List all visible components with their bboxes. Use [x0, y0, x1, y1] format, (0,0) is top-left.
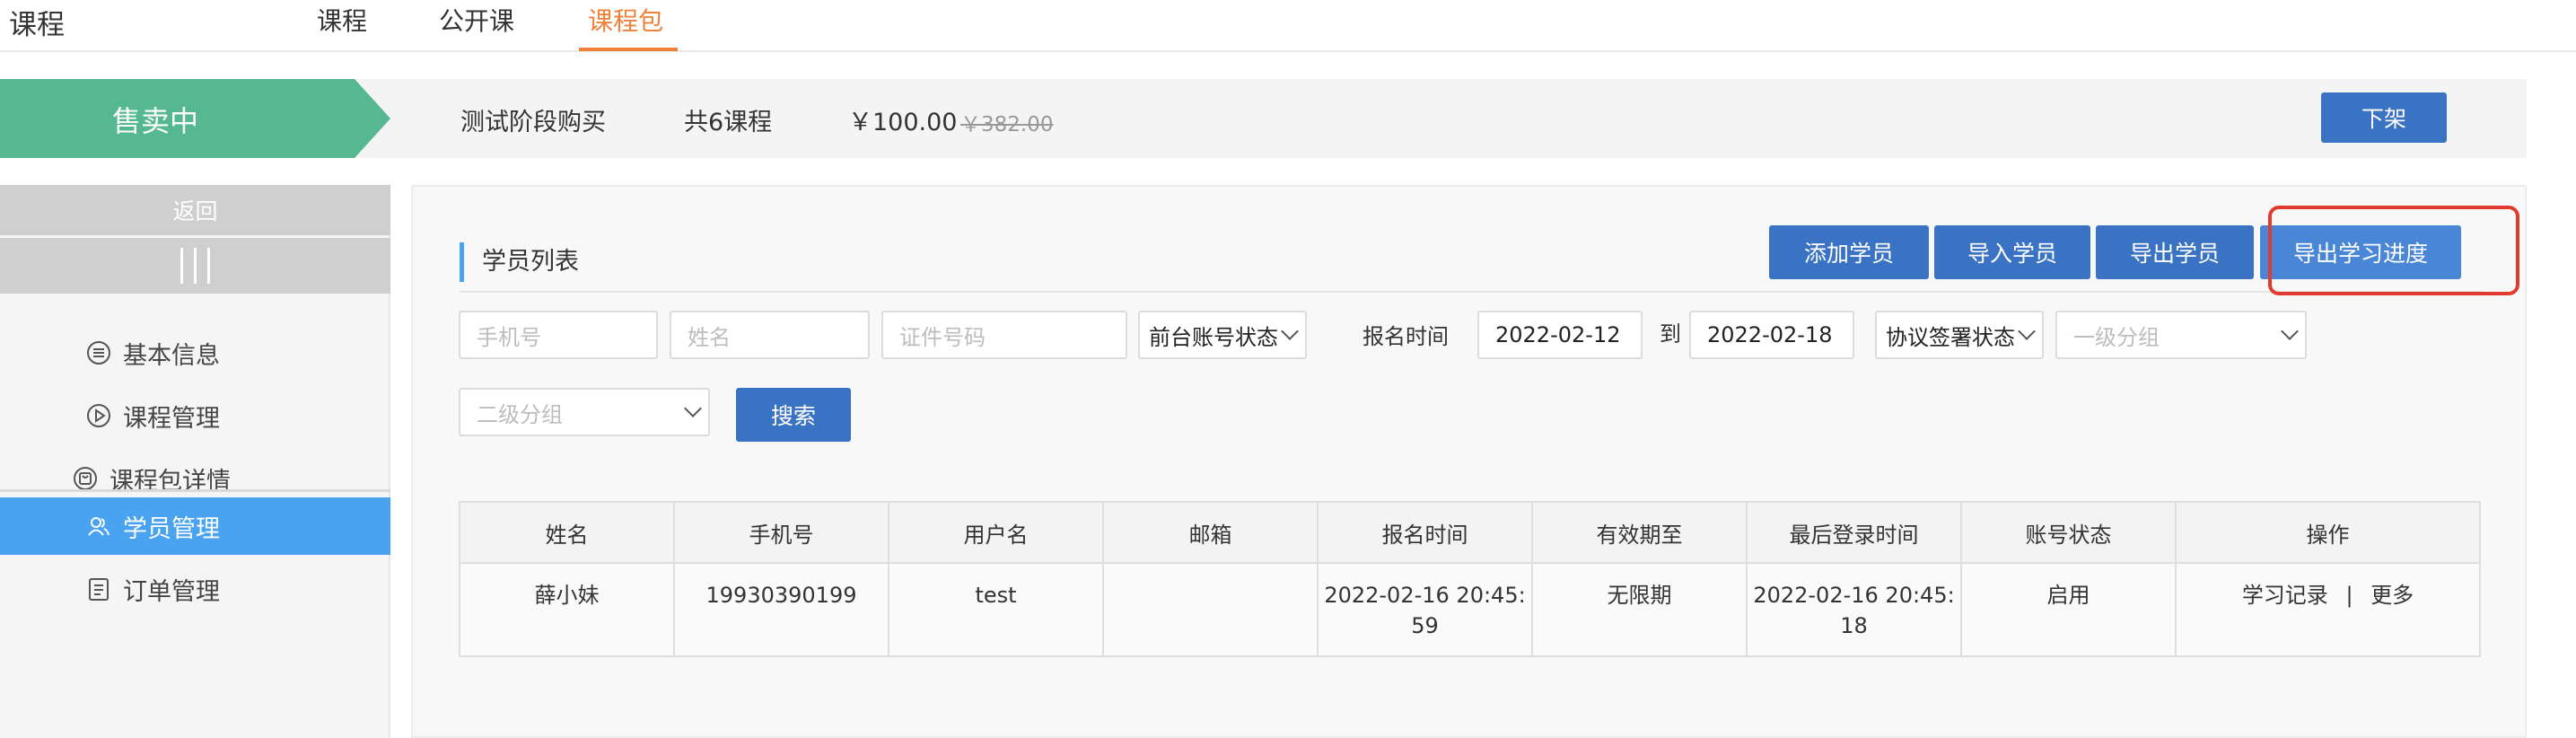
sidebar-item-student-management[interactable]: 学员管理 [0, 497, 390, 555]
select-value: 二级分组 [477, 401, 563, 427]
signup-time-label: 报名时间 [1362, 324, 1449, 349]
package-status-bar: 售卖中 测试阶段购买 共6课程 ￥100.00 ￥382.00 下架 [0, 79, 2527, 158]
tab-public-courses[interactable]: 公开课 [439, 2, 514, 38]
signup-time-line1: 2022-02-16 20:45: [1324, 583, 1526, 608]
cell-name: 薛小妹 [459, 562, 675, 657]
table-row: 薛小妹 19930390199 test 2022-02-16 20:45: 5… [459, 562, 2481, 657]
agreement-status-select[interactable]: 协议签署状态 [1875, 311, 2044, 359]
status-flag: 售卖中 [0, 79, 390, 158]
sidebar: 返回 基本信息 课程管理 课程包详情 学员管理 订单管理 [0, 185, 390, 738]
chevron-down-icon [2281, 322, 2299, 340]
chevron-down-icon [2018, 322, 2036, 340]
col-header-email: 邮箱 [1102, 501, 1319, 564]
col-header-username: 用户名 [888, 501, 1104, 564]
add-student-button[interactable]: 添加学员 [1769, 225, 1929, 279]
delist-button[interactable]: 下架 [2321, 92, 2447, 143]
status-label: 售卖中 [112, 104, 199, 138]
date-from-input[interactable]: 2022-02-12 [1477, 311, 1643, 359]
play-circle-icon [85, 402, 112, 429]
cell-username: test [888, 562, 1104, 657]
sidebar-item-basic-info[interactable]: 基本信息 [0, 324, 390, 382]
search-button[interactable]: 搜索 [736, 388, 851, 442]
col-header-last-login: 最后登录时间 [1746, 501, 1962, 564]
sidebar-item-label: 基本信息 [123, 341, 220, 370]
col-header-name: 姓名 [459, 501, 675, 564]
date-to-input[interactable]: 2022-02-18 [1689, 311, 1854, 359]
col-header-valid-until: 有效期至 [1531, 501, 1748, 564]
account-status-select[interactable]: 前台账号状态 [1138, 311, 1307, 359]
sidebar-item-label: 学员管理 [123, 514, 220, 543]
sidebar-item-label: 订单管理 [123, 577, 220, 606]
clipboard-icon [85, 575, 112, 602]
last-login-line2: 18 [1840, 613, 1868, 638]
cell-account-status: 启用 [1960, 562, 2177, 657]
last-login-line1: 2022-02-16 20:45: [1753, 583, 1955, 608]
top-nav: 课程 课程 公开课 课程包 [0, 0, 2576, 52]
col-header-signup-time: 报名时间 [1317, 501, 1533, 564]
cell-valid-until: 无限期 [1531, 562, 1748, 657]
select-value: 一级分组 [2073, 324, 2160, 350]
active-tab-indicator [579, 48, 678, 51]
nav-title: 课程 [9, 9, 65, 41]
annotation-highlight-box [2268, 206, 2519, 295]
chevron-down-icon [1281, 322, 1299, 340]
cell-last-login: 2022-02-16 20:45: 18 [1746, 562, 1962, 657]
sidebar-item-label: 课程管理 [123, 404, 220, 433]
id-number-input[interactable]: 证件号码 [881, 311, 1127, 359]
select-value: 前台账号状态 [1149, 324, 1278, 350]
col-header-account-status: 账号状态 [1960, 501, 2177, 564]
list-circle-icon [85, 339, 112, 366]
cell-phone: 19930390199 [673, 562, 889, 657]
export-students-button[interactable]: 导出学员 [2096, 225, 2254, 279]
title-divider [460, 291, 2481, 293]
action-separator: | [2345, 583, 2353, 608]
student-table: 姓名 手机号 用户名 邮箱 报名时间 有效期至 最后登录时间 账号状态 操作 薛… [459, 501, 2481, 657]
col-header-phone: 手机号 [673, 501, 889, 564]
signup-time-line2: 59 [1411, 613, 1439, 638]
chevron-down-icon [684, 400, 702, 417]
stage-label: 测试阶段购买 [460, 109, 606, 136]
sidebar-item-course-management[interactable]: 课程管理 [0, 387, 390, 444]
section-title: 学员列表 [460, 242, 579, 282]
original-price: ￥382.00 [960, 113, 1054, 136]
collapse-handle-icon[interactable] [0, 238, 390, 294]
phone-input[interactable]: 手机号 [459, 311, 658, 359]
study-records-link[interactable]: 学习记录 [2242, 583, 2328, 608]
table-header-row: 姓名 手机号 用户名 邮箱 报名时间 有效期至 最后登录时间 账号状态 操作 [459, 501, 2481, 564]
to-label: 到 [1660, 321, 1681, 347]
cell-email [1102, 562, 1319, 657]
tab-courses[interactable]: 课程 [317, 2, 367, 38]
sidebar-item-order-management[interactable]: 订单管理 [0, 560, 390, 618]
users-icon [85, 513, 112, 540]
cell-signup-time: 2022-02-16 20:45: 59 [1317, 562, 1533, 657]
group-level1-select[interactable]: 一级分组 [2055, 311, 2307, 359]
more-link[interactable]: 更多 [2370, 583, 2414, 608]
tab-course-package[interactable]: 课程包 [588, 2, 663, 38]
name-input[interactable]: 姓名 [670, 311, 870, 359]
cell-actions: 学习记录 | 更多 [2175, 562, 2481, 657]
import-students-button[interactable]: 导入学员 [1934, 225, 2090, 279]
group-level2-select[interactable]: 二级分组 [459, 388, 710, 436]
select-value: 协议签署状态 [1886, 324, 2015, 350]
col-header-actions: 操作 [2175, 501, 2481, 564]
course-count: 共6课程 [684, 109, 773, 136]
sidebar-divider [0, 489, 390, 492]
package-icon [72, 465, 99, 492]
back-button[interactable]: 返回 [0, 185, 390, 235]
price: ￥100.00 [848, 109, 958, 136]
